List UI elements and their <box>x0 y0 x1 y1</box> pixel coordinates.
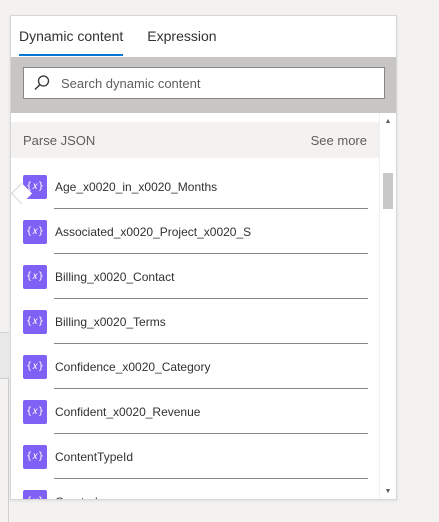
flyout-tabs: Dynamic content Expression <box>11 16 396 57</box>
list-item[interactable]: {𝑥} Billing_x0020_Contact <box>11 254 380 299</box>
list-item-label: Billing_x0020_Terms <box>55 314 166 329</box>
list-item[interactable]: {𝑥} Confidence_x0020_Category <box>11 344 380 389</box>
scroll-up-icon[interactable]: ▲ <box>380 113 396 129</box>
expression-icon: {𝑥} <box>23 399 47 424</box>
expression-icon: {𝑥} <box>23 309 47 334</box>
list-item-label: ContentTypeId <box>55 449 134 464</box>
list-item[interactable]: {𝑥} Associated_x0020_Project_x0020_S <box>11 209 380 254</box>
token-list: {𝑥} Age_x0020_in_x0020_Months {𝑥} Associate… <box>11 164 380 499</box>
list-item[interactable]: {𝑥} Age_x0020_in_x0020_Months <box>11 164 380 209</box>
list-item-label: Billing_x0020_Contact <box>55 269 175 284</box>
scroll-thumb[interactable] <box>383 173 393 209</box>
expression-icon: {𝑥} <box>23 219 47 244</box>
list-item-label: Associated_x0020_Project_x0020_S <box>55 224 252 239</box>
list-item[interactable]: {𝑥} Billing_x0020_Terms <box>11 299 380 344</box>
dynamic-content-list: Parse JSON See more {𝑥} Age_x0020_in_x002… <box>11 113 396 499</box>
search-placeholder: Search dynamic content <box>61 75 201 91</box>
section-header-parse-json: Parse JSON See more <box>11 122 380 158</box>
see-more-link[interactable]: See more <box>311 133 367 148</box>
expression-icon: {𝑥} <box>23 444 47 469</box>
scroll-down-icon[interactable]: ▼ <box>380 483 396 499</box>
search-band: Search dynamic content <box>11 57 396 113</box>
list-item[interactable]: {𝑥} Confident_x0020_Revenue <box>11 389 380 434</box>
list-item-label: Created <box>55 495 98 500</box>
list-item-label: Age_x0020_in_x0020_Months <box>55 179 218 194</box>
dynamic-content-flyout: Dynamic content Expression Search dynami… <box>10 15 397 500</box>
tab-dynamic-content[interactable]: Dynamic content <box>11 16 131 57</box>
background-panel-edge <box>0 332 9 379</box>
expression-icon: {𝑥} <box>23 354 47 379</box>
scrollbar[interactable]: ▲ ▼ <box>379 113 396 499</box>
search-icon <box>33 74 51 92</box>
expression-icon: {𝑥} <box>23 489 47 499</box>
expression-icon: {𝑥} <box>23 264 47 289</box>
list-item[interactable]: {𝑥} Created <box>11 479 380 499</box>
list-item[interactable]: {𝑥} ContentTypeId <box>11 434 380 479</box>
tab-expression[interactable]: Expression <box>139 16 224 57</box>
list-item-label: Confident_x0020_Revenue <box>55 404 201 419</box>
background-divider <box>8 377 9 522</box>
search-input[interactable]: Search dynamic content <box>23 67 385 99</box>
list-item-label: Confidence_x0020_Category <box>55 359 211 374</box>
section-title: Parse JSON <box>23 132 96 148</box>
